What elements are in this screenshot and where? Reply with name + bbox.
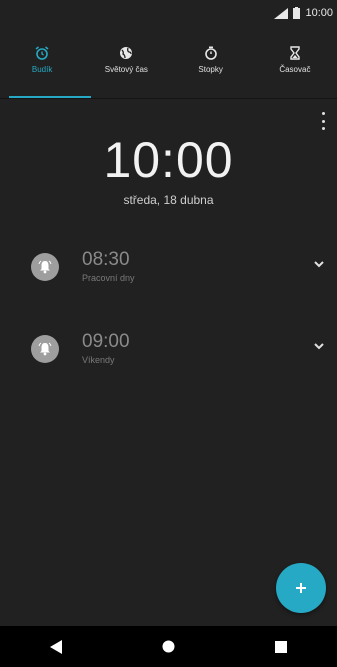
nav-back-button[interactable]	[36, 632, 76, 662]
back-icon	[50, 639, 63, 654]
alarm-item[interactable]: 09:00 Víkendy	[0, 323, 337, 383]
nav-recents-button[interactable]	[261, 632, 301, 662]
alarm-item[interactable]: 08:30 Pracovní dny	[0, 241, 337, 301]
add-alarm-button[interactable]	[276, 563, 326, 613]
overflow-menu-icon[interactable]	[317, 112, 329, 130]
chevron-down-icon[interactable]	[313, 259, 325, 269]
current-date: středa, 18 dubna	[123, 193, 214, 207]
tab-divider	[0, 98, 337, 99]
battery-icon	[293, 7, 301, 19]
stopwatch-icon	[204, 46, 217, 60]
tab-timer[interactable]: Časovač	[253, 26, 337, 98]
tab-alarm-label: Budík	[31, 65, 53, 74]
signal-icon	[274, 7, 289, 19]
status-bar: 10:00	[0, 0, 337, 26]
status-time: 10:00	[305, 7, 333, 19]
tab-stopwatch[interactable]: Stopky	[169, 26, 253, 98]
tab-world-clock-label: Světový čas	[104, 65, 148, 74]
alarm-bell-icon	[31, 335, 59, 363]
plus-icon	[296, 583, 306, 593]
current-time: 10:00	[103, 132, 234, 188]
chevron-down-icon[interactable]	[313, 341, 325, 351]
tab-bar: Budík Světový čas Stopky Časovač	[0, 26, 337, 98]
tab-world-clock[interactable]: Světový čas	[84, 26, 168, 98]
alarm-repeat-days: Pracovní dny	[82, 273, 135, 283]
tab-stopwatch-label: Stopky	[198, 65, 223, 74]
alarm-clock-icon	[35, 46, 49, 60]
home-icon	[162, 640, 175, 653]
alarm-time: 09:00	[82, 331, 130, 352]
alarm-time: 08:30	[82, 249, 130, 270]
tab-alarm[interactable]: Budík	[0, 26, 91, 98]
globe-icon	[120, 47, 133, 59]
navigation-bar	[0, 626, 337, 667]
alarm-repeat-days: Víkendy	[82, 355, 115, 365]
recents-icon	[274, 640, 287, 653]
alarm-bell-icon	[31, 253, 59, 281]
hourglass-icon	[290, 46, 300, 60]
nav-home-button[interactable]	[148, 632, 188, 662]
tab-timer-label: Časovač	[279, 65, 311, 74]
